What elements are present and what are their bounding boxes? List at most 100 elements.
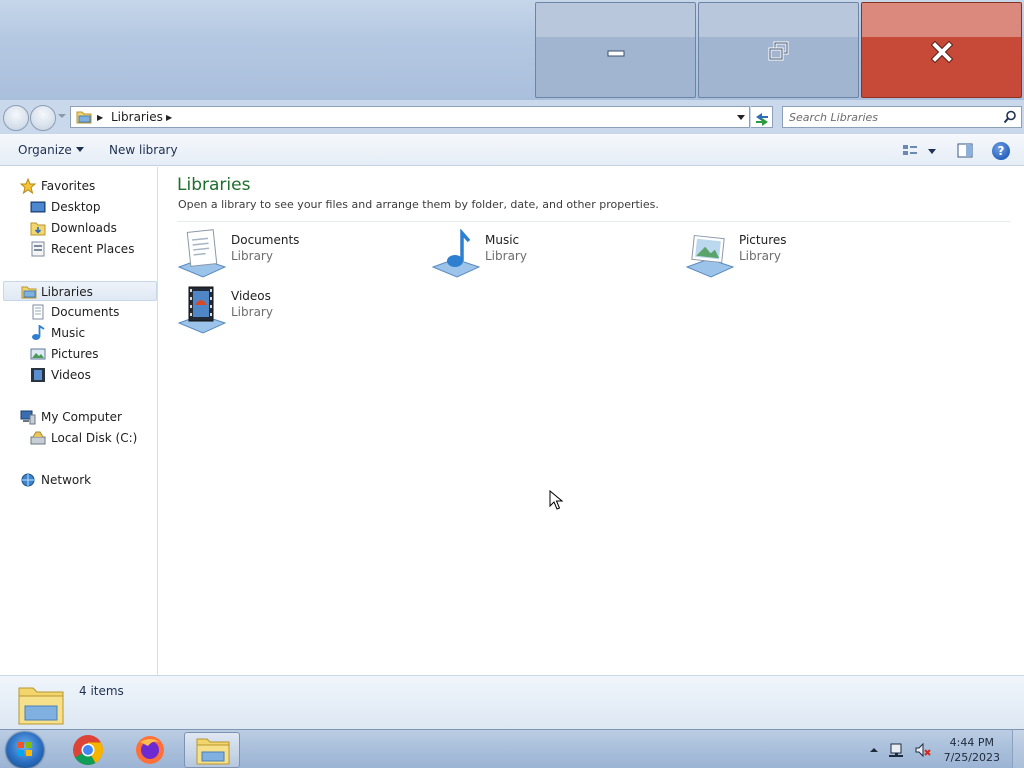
music-library-icon [431, 229, 481, 278]
library-type: Library [739, 249, 781, 263]
documents-icon [32, 304, 44, 320]
library-item-pictures[interactable]: Pictures Library [685, 229, 925, 279]
sidebar-item-label: Favorites [41, 179, 96, 193]
sidebar-item-label: Music [51, 326, 86, 340]
item-count: 4 items [79, 684, 124, 698]
local-disk-icon [30, 431, 46, 445]
library-item-documents[interactable]: Documents Library [177, 229, 417, 279]
sidebar-item-my-computer[interactable]: My Computer [20, 407, 150, 427]
sidebar-item-videos[interactable]: Videos [30, 365, 150, 385]
videos-library-icon [177, 286, 227, 334]
forward-button[interactable] [30, 105, 56, 131]
window-title-bar[interactable] [0, 0, 1024, 100]
show-hidden-icons-icon [870, 748, 878, 752]
library-type: Library [231, 249, 273, 263]
search-icon[interactable] [1003, 110, 1017, 124]
sidebar-item-label: Libraries [41, 285, 93, 299]
taskbar-chrome[interactable] [60, 732, 116, 768]
library-name: Videos [231, 289, 271, 303]
change-view-icon[interactable] [902, 143, 918, 159]
chrome-icon [73, 735, 104, 766]
system-tray [870, 742, 931, 758]
address-history-dropdown[interactable] [737, 115, 745, 120]
star-icon [20, 178, 36, 194]
pictures-icon [30, 348, 46, 360]
firefox-icon [136, 736, 164, 764]
refresh-icon [756, 113, 768, 126]
breadcrumb-libraries[interactable]: Libraries [111, 110, 163, 124]
desktop-icon [30, 201, 46, 213]
clock-time: 4:44 PM [949, 736, 994, 749]
sidebar-item-desktop[interactable]: Desktop [30, 197, 150, 217]
search-input[interactable] [789, 107, 989, 127]
sidebar-item-label: My Computer [41, 410, 122, 424]
sidebar-item-documents[interactable]: Documents [30, 302, 150, 322]
sidebar-item-libraries[interactable]: Libraries [3, 281, 157, 301]
sidebar-item-label: Videos [51, 368, 91, 382]
recent-places-icon [31, 241, 45, 257]
library-item-videos[interactable]: Videos Library [177, 285, 417, 335]
command-bar: Organize New library [0, 134, 1024, 166]
documents-library-icon [177, 229, 227, 278]
close-icon [930, 41, 953, 63]
sidebar-item-favorites[interactable]: Favorites [20, 176, 150, 196]
system-clock[interactable]: 4:44 PM 7/25/2023 [944, 735, 1000, 765]
content-pane: Libraries Open a library to see your fil… [159, 167, 1024, 675]
sidebar-item-music[interactable]: Music [30, 323, 150, 343]
close-button[interactable] [861, 2, 1022, 98]
libraries-folder-icon [18, 687, 64, 725]
mouse-cursor-icon [549, 490, 563, 510]
recent-pages-dropdown[interactable] [58, 114, 66, 118]
library-name: Pictures [739, 233, 787, 247]
sidebar-item-pictures[interactable]: Pictures [30, 344, 150, 364]
navigation-pane: Favorites Desktop Downloads Recent Place… [0, 167, 158, 675]
libraries-folder-icon [76, 111, 92, 124]
library-name: Music [485, 233, 520, 247]
sidebar-item-local-disk[interactable]: Local Disk (C:) [30, 428, 150, 448]
breadcrumb-separator-icon[interactable]: ▶ [97, 113, 103, 122]
library-item-music[interactable]: Music Library [431, 229, 671, 279]
minimize-icon [607, 50, 624, 57]
explorer-icon [196, 738, 230, 765]
show-desktop-button[interactable] [1012, 730, 1024, 768]
view-options-dropdown-icon[interactable] [928, 149, 936, 154]
breadcrumb-separator-icon[interactable]: ▶ [166, 113, 172, 122]
sidebar-item-label: Desktop [51, 200, 101, 214]
library-type: Library [485, 249, 527, 263]
back-button[interactable] [3, 105, 29, 131]
sidebar-item-label: Recent Places [51, 242, 135, 256]
sidebar-item-label: Local Disk (C:) [51, 431, 138, 445]
libraries-folder-icon [21, 286, 37, 299]
volume-muted-icon [915, 742, 931, 758]
refresh-button[interactable] [751, 106, 773, 128]
minimize-button[interactable] [535, 2, 696, 98]
address-bar[interactable]: ▶ Libraries ▶ [70, 106, 750, 128]
network-status-icon [889, 743, 903, 757]
chevron-down-icon [75, 147, 84, 152]
organize-label: Organize [18, 143, 72, 157]
start-button[interactable] [6, 732, 44, 768]
page-description: Open a library to see your files and arr… [178, 198, 659, 211]
taskbar-explorer[interactable] [184, 732, 240, 768]
sidebar-item-label: Documents [51, 305, 120, 319]
restore-button[interactable] [698, 2, 859, 98]
details-pane: 4 items [0, 675, 1024, 729]
preview-pane-icon[interactable] [957, 143, 973, 159]
new-library-button[interactable]: New library [109, 143, 178, 157]
videos-icon [31, 368, 45, 382]
taskbar: 4:44 PM 7/25/2023 [0, 729, 1024, 768]
sidebar-item-label: Pictures [51, 347, 99, 361]
music-icon [32, 325, 45, 340]
divider [177, 221, 1011, 222]
taskbar-firefox[interactable] [122, 732, 178, 768]
windows-logo-icon [18, 742, 32, 756]
search-box[interactable] [782, 106, 1022, 128]
restore-icon [768, 41, 788, 61]
clock-date: 7/25/2023 [943, 751, 1000, 764]
help-icon[interactable]: ? [992, 142, 1010, 160]
sidebar-item-recent-places[interactable]: Recent Places [30, 239, 150, 259]
sidebar-item-network[interactable]: Network [20, 470, 150, 490]
organize-button[interactable]: Organize [18, 143, 84, 157]
library-type: Library [231, 305, 273, 319]
sidebar-item-downloads[interactable]: Downloads [30, 218, 150, 238]
